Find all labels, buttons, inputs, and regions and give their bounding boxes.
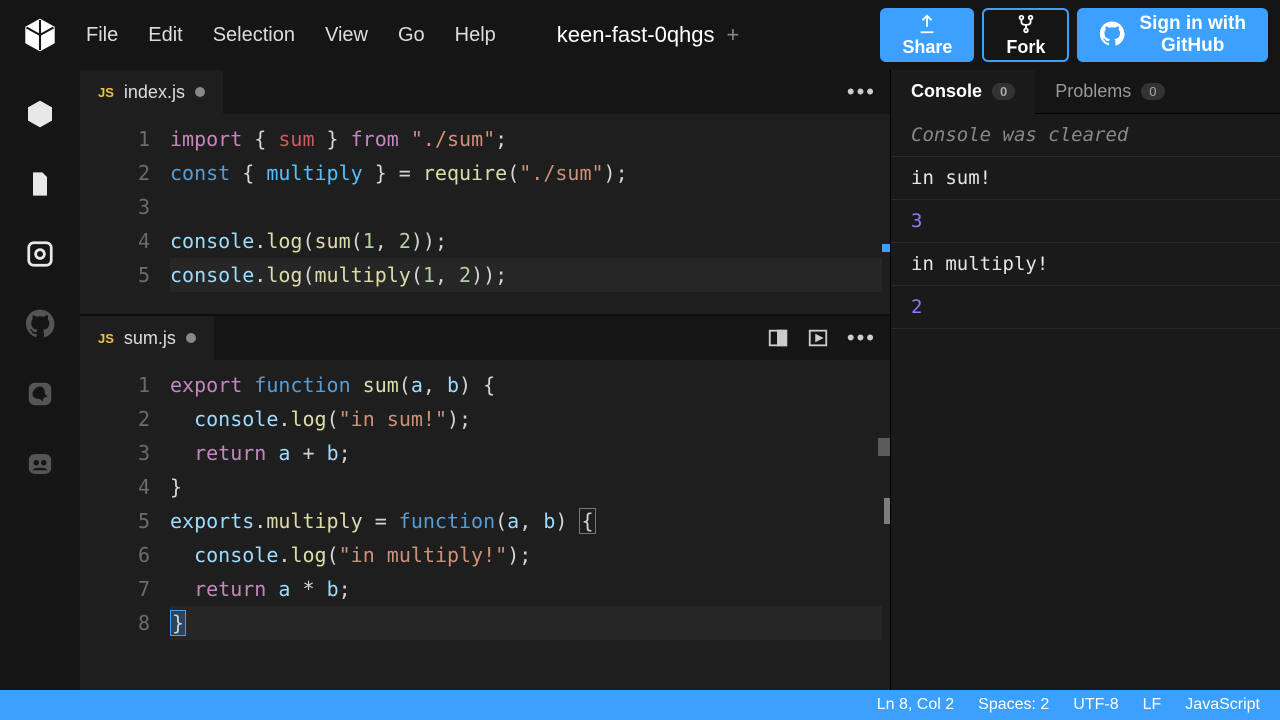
live-icon[interactable] xyxy=(22,446,58,482)
more-actions-icon[interactable]: ••• xyxy=(847,79,876,105)
code-content[interactable]: export function sum(a, b) { console.log(… xyxy=(170,360,890,690)
code-editor[interactable]: 12345678export function sum(a, b) { cons… xyxy=(80,360,890,690)
line-gutter: 12345678 xyxy=(80,360,170,690)
github-icon xyxy=(1099,21,1125,47)
menu-edit[interactable]: Edit xyxy=(148,24,182,47)
menu-file[interactable]: File xyxy=(86,24,118,47)
tab-label: Problems xyxy=(1055,81,1131,102)
status-indent[interactable]: Spaces: 2 xyxy=(978,696,1049,714)
unsaved-dot-icon xyxy=(186,333,196,343)
js-badge-icon: JS xyxy=(98,85,114,100)
add-tab-icon[interactable]: + xyxy=(727,22,740,48)
count-badge: 0 xyxy=(1141,83,1164,100)
editor-tab[interactable]: JS sum.js xyxy=(80,316,214,360)
settings-icon[interactable] xyxy=(22,236,58,272)
tab-filename: sum.js xyxy=(124,328,176,349)
editor-group: JS index.js ••• 12345import { sum } from ".… xyxy=(80,70,890,690)
project-name[interactable]: keen-fast-0qhgs xyxy=(557,22,715,48)
devtools-tab-problems[interactable]: Problems 0 xyxy=(1035,70,1184,114)
fork-button[interactable]: Fork xyxy=(982,8,1069,62)
share-button-label: Share xyxy=(902,37,952,58)
fork-button-label: Fork xyxy=(1006,37,1045,58)
console-line: Console was cleared xyxy=(891,114,1280,157)
count-badge: 0 xyxy=(992,83,1015,100)
menu-go[interactable]: Go xyxy=(398,24,425,47)
code-content[interactable]: import { sum } from "./sum";const { mult… xyxy=(170,114,890,314)
menu-selection[interactable]: Selection xyxy=(213,24,295,47)
menu-view[interactable]: View xyxy=(325,24,368,47)
code-editor[interactable]: 12345import { sum } from "./sum";const {… xyxy=(80,114,890,314)
devtools-tab-console[interactable]: Console 0 xyxy=(891,70,1035,114)
status-cursor-pos[interactable]: Ln 8, Col 2 xyxy=(877,696,954,714)
console-line: 2 xyxy=(891,286,1280,329)
console-line: in multiply! xyxy=(891,243,1280,286)
signin-github-button[interactable]: Sign in with GitHub xyxy=(1077,8,1268,62)
unsaved-dot-icon xyxy=(195,87,205,97)
project-name-area: keen-fast-0qhgs + xyxy=(424,22,873,48)
deploy-icon[interactable] xyxy=(22,376,58,412)
editor-tabbar: JS index.js ••• xyxy=(80,70,890,114)
github-nav-icon[interactable] xyxy=(22,306,58,342)
devtools-panel: Console0Problems0 Console was clearedin … xyxy=(890,70,1280,690)
share-icon xyxy=(916,13,938,35)
status-bar: Ln 8, Col 2 Spaces: 2 UTF-8 LF JavaScrip… xyxy=(0,690,1280,720)
share-button[interactable]: Share xyxy=(880,8,974,62)
status-encoding[interactable]: UTF-8 xyxy=(1073,696,1118,714)
sandbox-icon[interactable] xyxy=(22,96,58,132)
file-icon[interactable] xyxy=(22,166,58,202)
signin-github-label-2: GitHub xyxy=(1139,35,1246,57)
console-output[interactable]: Console was clearedin sum!3in multiply!2 xyxy=(891,114,1280,690)
tab-actions: ••• xyxy=(847,79,876,105)
fork-icon xyxy=(1015,13,1037,35)
editor-tab[interactable]: JS index.js xyxy=(80,70,223,114)
editor-tabbar: JS sum.js ••• xyxy=(80,316,890,360)
console-line: 3 xyxy=(891,200,1280,243)
devtools-tabs: Console 0 Problems 0 xyxy=(891,70,1280,114)
tab-label: Console xyxy=(911,81,982,102)
split-editor-icon[interactable] xyxy=(767,327,789,349)
top-bar: File Edit Selection View Go Help keen-fa… xyxy=(0,0,1280,70)
signin-github-label-1: Sign in with xyxy=(1139,13,1246,35)
logo-icon[interactable] xyxy=(12,17,68,53)
activity-bar xyxy=(0,70,80,690)
preview-icon[interactable] xyxy=(807,327,829,349)
tab-actions: ••• xyxy=(767,325,876,351)
status-language[interactable]: JavaScript xyxy=(1185,696,1260,714)
tab-filename: index.js xyxy=(124,82,185,103)
js-badge-icon: JS xyxy=(98,331,114,346)
line-gutter: 12345 xyxy=(80,114,170,314)
status-eol[interactable]: LF xyxy=(1143,696,1162,714)
console-line: in sum! xyxy=(891,157,1280,200)
more-actions-icon[interactable]: ••• xyxy=(847,325,876,351)
